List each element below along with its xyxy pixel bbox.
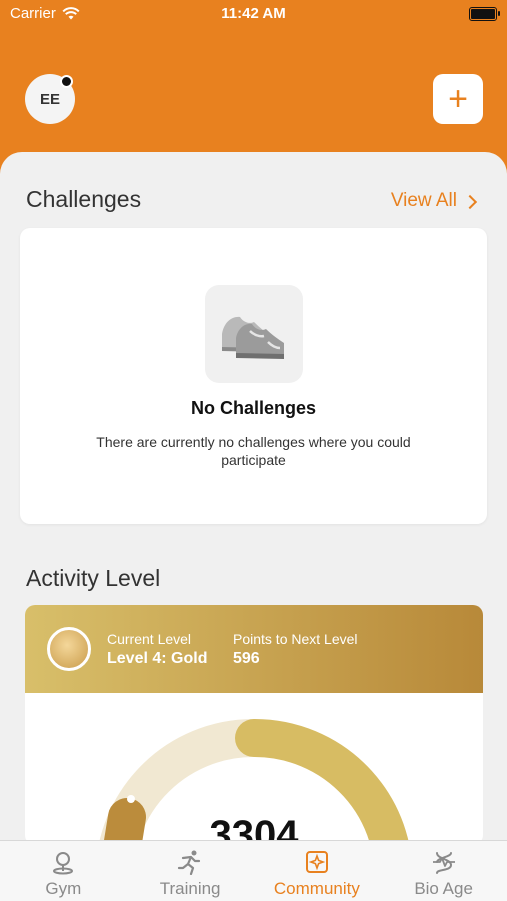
battery-icon (469, 7, 500, 21)
chevron-right-icon (462, 194, 478, 209)
current-level-label: Current Level (107, 631, 192, 647)
status-time: 11:42 AM (221, 5, 286, 22)
tab-bio-age-label: Bio Age (414, 879, 473, 898)
activity-level-title: Activity Level (26, 565, 161, 591)
points-to-next-level: Points to Next Level 596 (233, 631, 358, 668)
tab-community[interactable]: Community (254, 841, 381, 901)
notification-dot (60, 75, 73, 88)
tab-gym[interactable]: Gym (0, 841, 127, 901)
tab-training-label: Training (159, 879, 221, 898)
activity-level-card[interactable]: Current Level Level 4: Gold Points to Ne… (25, 605, 483, 845)
view-all-label: View All (390, 190, 457, 211)
tab-gym-label: Gym (45, 879, 82, 898)
current-level: Current Level Level 4: Gold (107, 631, 207, 668)
empty-state-title: No Challenges (190, 398, 317, 418)
sneakers-icon (205, 285, 303, 383)
challenges-card: No Challenges There are currently no cha… (20, 228, 487, 524)
status-bar: Carrier 11:42 AM (0, 0, 507, 28)
plus-icon: + (448, 79, 468, 118)
tab-training[interactable]: Training (127, 841, 254, 901)
tab-community-label: Community (273, 879, 360, 898)
current-level-value: Level 4: Gold (107, 650, 208, 667)
points-label: Points to Next Level (233, 631, 358, 647)
tab-bar: Gym Training Community Bio Age (0, 840, 507, 901)
location-pin-icon (50, 849, 76, 875)
avatar[interactable]: EE (25, 74, 75, 124)
tab-bio-age[interactable]: Bio Age (380, 841, 507, 901)
challenges-title: Challenges (26, 186, 142, 212)
bio-age-icon (431, 849, 457, 875)
add-button[interactable]: + (433, 74, 483, 124)
level-header: Current Level Level 4: Gold Points to Ne… (25, 605, 483, 693)
community-icon (304, 849, 330, 875)
points-value: 596 (233, 650, 260, 667)
empty-state-description: There are currently no challenges where … (96, 434, 411, 468)
medal-icon (47, 627, 91, 671)
view-all-link[interactable]: View All (390, 190, 478, 212)
running-person-icon (177, 849, 203, 875)
avatar-initials: EE (39, 90, 60, 108)
